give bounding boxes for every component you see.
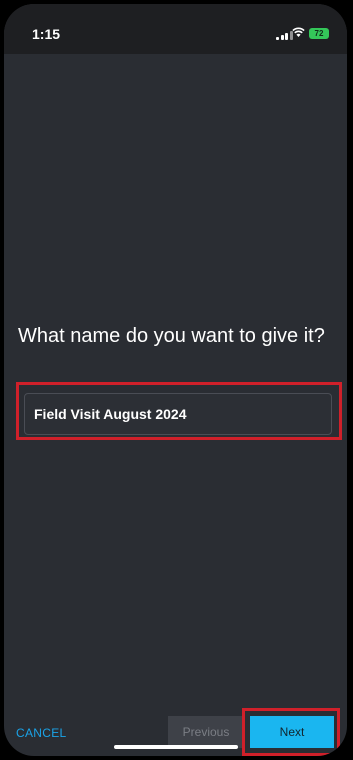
previous-button[interactable]: Previous bbox=[168, 716, 244, 748]
phone-screen: 1:15 72 What name do you want to give it… bbox=[4, 4, 347, 756]
signal-icon bbox=[276, 31, 293, 40]
name-input[interactable]: Field Visit August 2024 bbox=[24, 393, 332, 435]
wifi-icon bbox=[292, 27, 305, 37]
page-title: What name do you want to give it? bbox=[18, 325, 325, 347]
status-bar: 1:15 72 bbox=[4, 4, 347, 54]
next-button-highlight bbox=[242, 708, 340, 756]
cancel-button[interactable]: CANCEL bbox=[16, 726, 66, 740]
battery-level: 72 bbox=[314, 29, 324, 38]
home-indicator bbox=[114, 745, 238, 749]
status-time: 1:15 bbox=[32, 26, 61, 42]
battery-icon: 72 bbox=[309, 28, 329, 39]
